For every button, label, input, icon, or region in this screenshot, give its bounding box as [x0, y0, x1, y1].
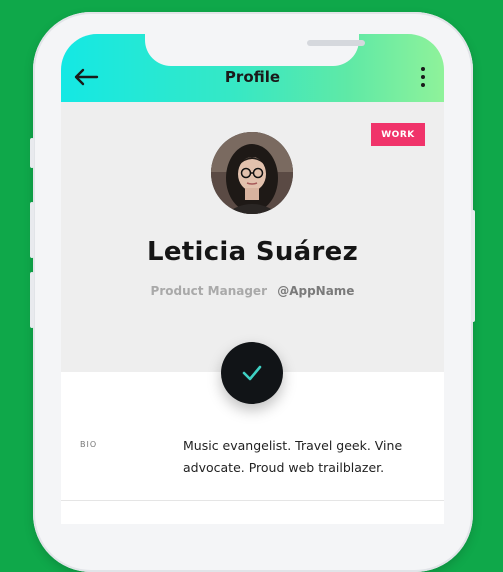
confirm-button[interactable] — [221, 342, 283, 404]
phone-side-button — [30, 202, 34, 258]
more-vertical-icon[interactable] — [420, 67, 426, 87]
profile-subtitle: Product Manager @AppName — [61, 284, 444, 298]
bio-text: Music evangelist. Travel geek. Vine advo… — [183, 438, 403, 475]
speaker-grille — [307, 40, 365, 46]
phone-side-button — [30, 272, 34, 328]
work-badge: WORK — [371, 123, 425, 146]
phone-side-button — [30, 138, 34, 168]
page-title: Profile — [224, 68, 281, 86]
check-icon — [242, 365, 262, 381]
phone-power-button — [471, 210, 475, 322]
phone-notch — [145, 34, 365, 66]
bio-label: BIO — [80, 440, 98, 449]
profile-name: Leticia Suárez — [146, 237, 359, 267]
avatar — [211, 132, 293, 214]
profile-role: Product Manager — [150, 284, 267, 298]
profile-handle[interactable]: @AppName — [277, 284, 354, 298]
phone-screen: Profile WORK Leticia Suárez Product Mana… — [61, 34, 444, 524]
divider — [61, 500, 444, 501]
